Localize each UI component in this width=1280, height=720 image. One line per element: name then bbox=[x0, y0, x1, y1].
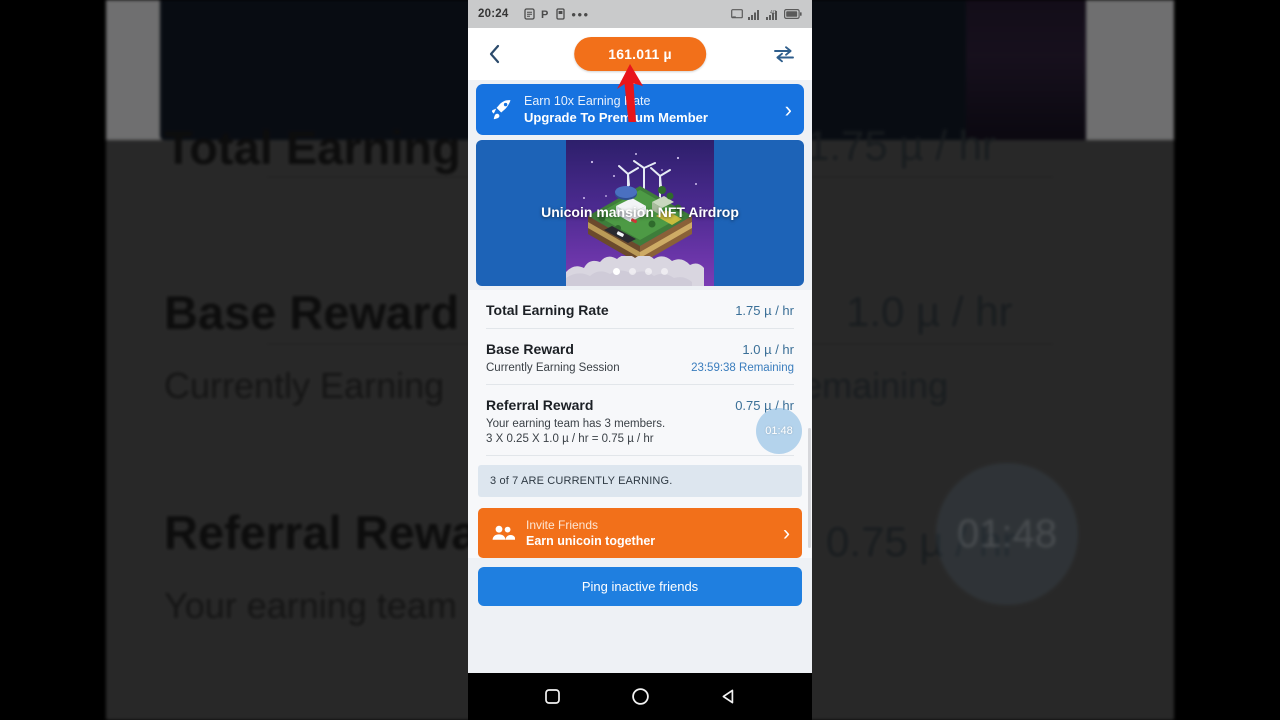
invite-banner-line2: Earn unicoin together bbox=[526, 534, 656, 548]
row-base-reward[interactable]: Base Reward 1.0 µ / hr Currently Earning… bbox=[468, 329, 812, 384]
invite-banner-text: Invite Friends Earn unicoin together bbox=[526, 518, 655, 548]
swap-button[interactable] bbox=[770, 40, 798, 68]
vertical-scrollbar[interactable] bbox=[808, 428, 811, 548]
row-referral-title: Referral Reward bbox=[486, 397, 594, 413]
row-base-remaining: 23:59:38 Remaining bbox=[691, 362, 794, 374]
phone-screenshot: 20:24 P ••• 4G 161.011 µ Earn 10x Earnin… bbox=[468, 0, 812, 720]
circle-home-icon bbox=[631, 688, 649, 705]
airdrop-carousel-card[interactable]: Unicoin mansion NFT Airdrop bbox=[476, 140, 804, 286]
sim-card-icon bbox=[524, 8, 536, 20]
background-timer-badge: 01:48 bbox=[936, 463, 1078, 605]
premium-banner-text: Earn 10x Earning Rate Upgrade To Premium… bbox=[524, 94, 708, 125]
chevron-right-icon: › bbox=[783, 521, 790, 545]
sd-card-icon bbox=[556, 8, 566, 20]
premium-banner-line2: Upgrade To Premium Member bbox=[524, 110, 708, 125]
list-divider bbox=[486, 455, 794, 456]
carousel-dot-4[interactable] bbox=[660, 268, 668, 275]
background-value-base-rate: 1.0 µ / hr bbox=[846, 288, 1013, 335]
row-base-value: 1.0 µ / hr bbox=[742, 342, 794, 357]
background-sub-currently-earning: Currently Earning bbox=[164, 365, 445, 406]
status-bar-right: 4G bbox=[731, 8, 802, 20]
row-base-session-label: Currently Earning Session bbox=[486, 362, 620, 374]
status-bar: 20:24 P ••• 4G bbox=[468, 0, 812, 28]
android-nav-bar bbox=[468, 673, 812, 720]
back-button[interactable] bbox=[482, 41, 508, 67]
app-screen: 161.011 µ Earn 10x Earning Rate Upgrade … bbox=[468, 28, 812, 673]
currently-earning-infobox: 3 of 7 ARE CURRENTLY EARNING. bbox=[478, 465, 802, 497]
carousel-dot-2[interactable] bbox=[628, 268, 636, 275]
carousel-dots[interactable] bbox=[566, 268, 714, 275]
premium-upgrade-banner[interactable]: Earn 10x Earning Rate Upgrade To Premium… bbox=[476, 84, 804, 135]
app-bar: 161.011 µ bbox=[468, 28, 812, 80]
people-icon bbox=[490, 524, 516, 542]
carousel-dot-1[interactable] bbox=[612, 268, 620, 275]
signal-4g-icon: 4G bbox=[766, 9, 779, 20]
row-total-title: Total Earning Rate bbox=[486, 302, 609, 318]
earnings-list: Total Earning Rate 1.75 µ / hr Base Rewa… bbox=[468, 290, 812, 616]
parking-p-icon: P bbox=[541, 8, 550, 20]
svg-text:4G: 4G bbox=[770, 10, 777, 16]
swap-arrows-icon bbox=[774, 46, 794, 63]
row-base-top: Base Reward 1.0 µ / hr bbox=[486, 341, 794, 357]
status-bar-left: 20:24 P ••• bbox=[478, 8, 590, 21]
background-letterbox-left bbox=[0, 0, 106, 720]
background-value-total-rate: 1.75 µ / hr bbox=[806, 122, 996, 169]
balance-pill[interactable]: 161.011 µ bbox=[574, 37, 706, 71]
invite-banner-line1: Invite Friends bbox=[526, 518, 599, 532]
chevron-right-icon: › bbox=[784, 96, 792, 122]
invite-friends-banner[interactable]: Invite Friends Earn unicoin together › bbox=[478, 508, 802, 558]
ping-button-container: Ping inactive friends bbox=[468, 558, 812, 616]
airdrop-caption: Unicoin mansion NFT Airdrop bbox=[541, 204, 739, 220]
row-base-sub: Currently Earning Session 23:59:38 Remai… bbox=[486, 362, 794, 374]
row-referral-formula: 3 X 0.25 X 1.0 µ / hr = 0.75 µ / hr bbox=[486, 433, 654, 445]
chevron-left-icon bbox=[489, 44, 500, 64]
row-total-earning-rate[interactable]: Total Earning Rate 1.75 µ / hr bbox=[468, 290, 812, 328]
row-referral-team: Your earning team has 3 members. bbox=[486, 418, 666, 430]
ping-inactive-friends-button[interactable]: Ping inactive friends bbox=[478, 567, 802, 606]
nav-recents-button[interactable] bbox=[537, 682, 567, 712]
svg-text:P: P bbox=[541, 9, 548, 20]
background-hero-artwork bbox=[966, 0, 1086, 140]
premium-banner-line1: Earn 10x Earning Rate bbox=[524, 94, 651, 108]
background-label-total-earning: Total Earning bbox=[164, 121, 461, 174]
row-total-value: 1.75 µ / hr bbox=[735, 303, 794, 318]
row-referral-top: Referral Reward 0.75 µ / hr bbox=[486, 397, 794, 413]
background-label-base-reward: Base Reward bbox=[164, 286, 460, 339]
square-recents-icon bbox=[544, 689, 560, 704]
cast-icon bbox=[731, 8, 743, 20]
rocket-icon bbox=[488, 99, 514, 121]
triangle-back-icon bbox=[722, 689, 733, 704]
background-letterbox-right bbox=[1174, 0, 1280, 720]
nav-home-button[interactable] bbox=[625, 682, 655, 712]
background-sub-earning-team: Your earning team bbox=[164, 585, 457, 626]
row-base-title: Base Reward bbox=[486, 341, 574, 357]
background-label-referral-reward: Referral Rewa bbox=[164, 506, 478, 559]
signal-bars-icon bbox=[748, 9, 761, 20]
battery-icon bbox=[784, 9, 802, 19]
nav-back-button[interactable] bbox=[713, 682, 743, 712]
carousel-dot-3[interactable] bbox=[644, 268, 652, 275]
more-dots-icon: ••• bbox=[571, 6, 590, 22]
status-bar-clock: 20:24 bbox=[478, 8, 509, 20]
row-total-top: Total Earning Rate 1.75 µ / hr bbox=[486, 302, 794, 318]
floating-timer-badge[interactable]: 01:48 bbox=[756, 408, 802, 454]
row-referral-sub: Your earning team has 3 members. bbox=[486, 418, 794, 430]
